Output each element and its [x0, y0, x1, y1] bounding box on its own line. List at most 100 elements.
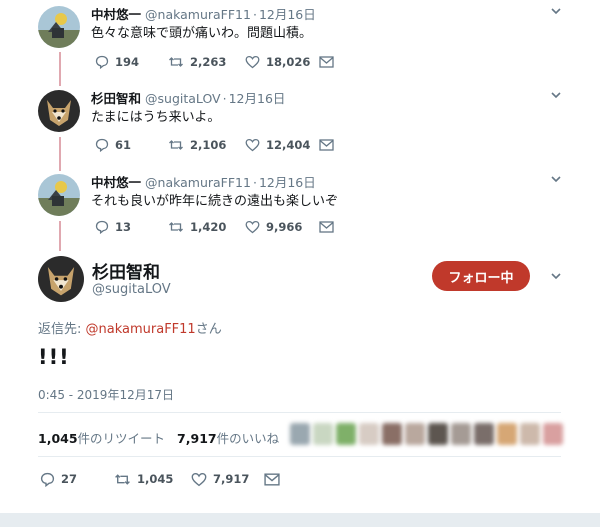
like-stat[interactable]: 7,917件のいいね: [177, 431, 279, 446]
retweet-button[interactable]: 1,420: [168, 219, 226, 235]
tweet-text: それも良いが昨年に続きの遠出も楽しいぞ: [91, 194, 339, 209]
reply-button[interactable]: 27: [40, 471, 77, 487]
avatar[interactable]: [38, 90, 80, 132]
reply-count: 27: [61, 472, 78, 486]
tweet-text: たまにはうち来いよ。: [91, 110, 221, 125]
reply-button[interactable]: 61: [95, 137, 131, 153]
retweet-count: 1,420: [190, 220, 227, 234]
liker-avatar[interactable]: [359, 423, 379, 445]
tweet-header: 中村悠一 @nakamuraFF11 · 12月16日: [91, 4, 316, 23]
reply-icon: [95, 55, 109, 69]
like-button[interactable]: 12,404: [245, 137, 310, 153]
chevron-down-icon[interactable]: [550, 90, 562, 100]
dm-button[interactable]: [319, 137, 334, 153]
tweet-header: 杉田智和 @sugitaLOV · 12月16日: [91, 88, 285, 107]
display-name[interactable]: 中村悠一: [91, 175, 141, 190]
username[interactable]: @sugitaLOV: [145, 91, 221, 106]
liker-avatar[interactable]: [451, 423, 471, 445]
liker-avatars: [290, 423, 563, 447]
landscape-avatar-icon: [38, 6, 80, 48]
tweet-date[interactable]: 12月16日: [259, 175, 316, 190]
retweet-count: 1,045: [137, 472, 174, 486]
reply-to-mention[interactable]: @nakamuraFF11: [86, 322, 196, 337]
tweet[interactable]: 杉田智和 @sugitaLOV · 12月16日 たまにはうち来いよ。 61 2,10…: [0, 88, 600, 163]
retweet-count: 2,263: [190, 55, 227, 69]
engagement-stats: 1,045件のリツイート 7,917件のいいね: [38, 428, 279, 447]
tweet-header: 中村悠一 @nakamuraFF11 · 12月16日: [91, 172, 316, 191]
separator-dot: ·: [252, 7, 257, 22]
liker-avatar[interactable]: [520, 423, 540, 445]
liker-avatar[interactable]: [474, 423, 494, 445]
divider: [38, 412, 561, 413]
liker-avatar[interactable]: [543, 423, 563, 445]
envelope-icon: [319, 221, 334, 233]
like-button[interactable]: 18,026: [245, 54, 310, 70]
liker-avatar[interactable]: [497, 423, 517, 445]
avatar[interactable]: [38, 6, 80, 48]
tweet-text: 色々な意味で頭が痛いわ。問題山積。: [91, 26, 313, 41]
like-count: 9,966: [266, 220, 303, 234]
retweet-stat[interactable]: 1,045件のリツイート: [38, 431, 165, 446]
chevron-down-icon[interactable]: [550, 6, 562, 16]
dog-avatar-icon: [38, 90, 80, 132]
like-button[interactable]: 7,917: [191, 471, 249, 487]
display-name[interactable]: 杉田智和: [91, 91, 141, 106]
like-stat-label: 件のいいね: [216, 431, 280, 446]
liker-avatar[interactable]: [336, 423, 356, 445]
reply-count: 13: [115, 220, 132, 234]
heart-icon: [245, 55, 260, 69]
main-timestamp[interactable]: 0:45 - 2019年12月17日: [38, 386, 174, 403]
like-count: 18,026: [266, 55, 311, 69]
dm-button[interactable]: [319, 54, 334, 70]
username[interactable]: @nakamuraFF11: [145, 175, 251, 190]
retweet-icon: [169, 140, 183, 150]
liker-avatar[interactable]: [382, 423, 402, 445]
dm-button[interactable]: [264, 471, 280, 487]
following-button[interactable]: フォロー中: [432, 261, 530, 291]
reply-to-suffix: さん: [195, 322, 222, 337]
retweet-stat-label: 件のリツイート: [77, 431, 166, 446]
like-count: 7,917: [213, 472, 250, 486]
reply-icon: [95, 138, 109, 152]
main-avatar[interactable]: [38, 256, 84, 302]
chevron-down-icon[interactable]: [550, 174, 562, 184]
like-stat-count: 7,917: [177, 431, 217, 446]
like-button[interactable]: 9,966: [245, 219, 302, 235]
retweet-button[interactable]: 1,045: [114, 471, 173, 487]
chevron-down-icon[interactable]: [550, 271, 562, 281]
reply-count: 194: [115, 55, 140, 69]
tweet[interactable]: 中村悠一 @nakamuraFF11 · 12月16日 それも良いが昨年に続きの遠出も…: [0, 172, 600, 247]
liker-avatar[interactable]: [313, 423, 333, 445]
retweet-icon: [169, 222, 183, 232]
liker-avatar[interactable]: [428, 423, 448, 445]
reply-icon: [95, 220, 109, 234]
bottom-bar: [0, 513, 600, 527]
heart-icon: [191, 472, 207, 486]
retweet-icon: [169, 57, 183, 67]
tweet[interactable]: 中村悠一 @nakamuraFF11 · 12月16日 色々な意味で頭が痛いわ。問題山…: [0, 4, 600, 79]
envelope-icon: [264, 472, 280, 486]
landscape-avatar-icon: [38, 174, 80, 216]
main-display-name[interactable]: 杉田智和: [92, 258, 160, 283]
main-username[interactable]: @sugitaLOV: [92, 282, 171, 297]
envelope-icon: [319, 139, 334, 151]
reply-button[interactable]: 13: [95, 219, 131, 235]
dm-button[interactable]: [319, 219, 334, 235]
liker-avatar[interactable]: [290, 423, 310, 445]
separator-dot: ·: [252, 175, 257, 190]
like-count: 12,404: [266, 138, 311, 152]
reply-to-line: 返信先: @nakamuraFF11さん: [38, 318, 222, 337]
retweet-button[interactable]: 2,263: [168, 54, 226, 70]
reply-to-prefix: 返信先:: [38, 322, 86, 337]
tweet-date[interactable]: 12月16日: [229, 91, 286, 106]
divider: [38, 456, 561, 457]
reply-button[interactable]: 194: [95, 54, 139, 70]
avatar[interactable]: [38, 174, 80, 216]
retweet-button[interactable]: 2,106: [168, 137, 226, 153]
reply-count: 61: [115, 138, 132, 152]
username[interactable]: @nakamuraFF11: [145, 7, 251, 22]
retweet-icon: [115, 473, 130, 485]
display-name[interactable]: 中村悠一: [91, 7, 141, 22]
liker-avatar[interactable]: [405, 423, 425, 445]
tweet-date[interactable]: 12月16日: [259, 7, 316, 22]
